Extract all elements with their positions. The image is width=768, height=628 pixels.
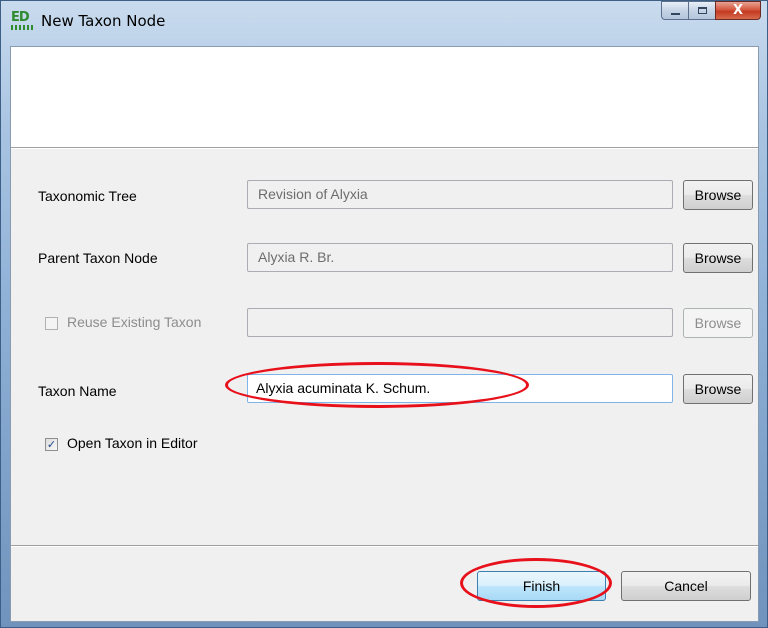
maximize-icon [697,7,707,14]
window-title: New Taxon Node [41,12,166,30]
cancel-button[interactable]: Cancel [621,571,751,601]
taxonomic-tree-label: Taxonomic Tree [38,188,137,204]
open-taxon-in-editor-checkbox[interactable]: ✓ [45,438,58,451]
finish-button[interactable]: Finish [477,571,606,601]
window-controls: X [661,1,761,21]
footer-divider-highlight [11,546,758,547]
open-taxon-in-editor-label[interactable]: Open Taxon in Editor [67,435,198,451]
minimize-icon [670,12,680,15]
parent-taxon-node-field: Alyxia R. Br. [247,243,673,272]
maximize-button[interactable] [688,1,715,20]
taxon-name-browse-button[interactable]: Browse [683,374,753,404]
close-icon: X [732,3,744,18]
title-bar[interactable]: ED New Taxon Node X [1,1,767,45]
taxon-name-input[interactable]: Alyxia acuminata K. Schum. [247,374,673,403]
taxonomic-tree-browse-button[interactable]: Browse [683,180,753,210]
reuse-existing-taxon-field [247,308,673,337]
taxonomic-tree-field: Revision of Alyxia [247,180,673,209]
reuse-existing-taxon-label: Reuse Existing Taxon [67,314,202,330]
app-icon-text: ED [11,10,30,25]
wizard-header-area [11,47,758,148]
header-divider [11,148,758,149]
taxon-name-label: Taxon Name [38,383,117,399]
dialog-window: ED New Taxon Node X Taxonomic Tree Revis… [0,0,768,628]
close-button[interactable]: X [715,1,761,20]
dialog-content: Taxonomic Tree Revision of Alyxia Browse… [10,46,759,622]
parent-taxon-node-browse-button[interactable]: Browse [683,243,753,273]
taxonomic-editor-icon: ED [11,11,33,31]
reuse-existing-taxon-browse-button: Browse [683,308,753,338]
reuse-existing-taxon-checkbox [45,317,58,330]
parent-taxon-node-label: Parent Taxon Node [38,250,158,266]
minimize-button[interactable] [661,1,688,20]
app-icon-bars [11,25,33,30]
